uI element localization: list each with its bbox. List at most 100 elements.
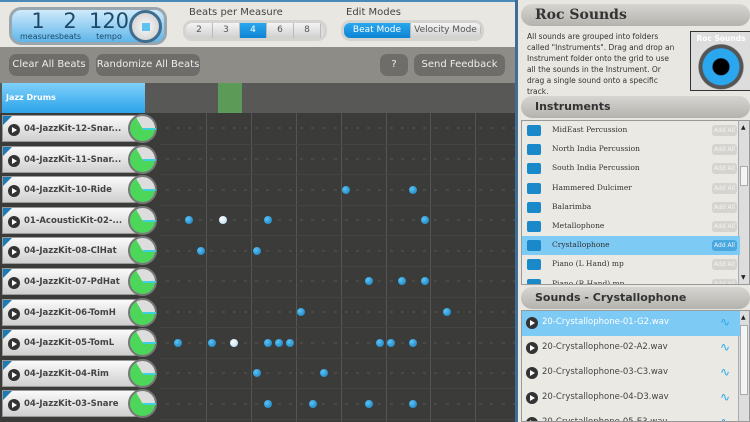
empty-step[interactable] xyxy=(322,341,326,344)
track-row[interactable]: 04-JazzKit-11-Snar... xyxy=(0,144,160,174)
send-feedback-button[interactable]: Send Feedback xyxy=(414,54,505,76)
empty-step[interactable] xyxy=(490,219,494,222)
empty-step[interactable] xyxy=(221,157,225,160)
empty-step[interactable] xyxy=(165,157,169,160)
empty-step[interactable] xyxy=(434,341,438,344)
sound-item[interactable]: 20-Crystallophone-02-A2.wav ∿ xyxy=(522,336,740,361)
empty-step[interactable] xyxy=(501,249,505,252)
empty-step[interactable] xyxy=(423,402,427,405)
empty-step[interactable] xyxy=(423,310,427,313)
add-all-button[interactable]: Add All xyxy=(712,182,737,194)
empty-step[interactable] xyxy=(210,157,214,160)
empty-step[interactable] xyxy=(423,372,427,375)
instrument-item[interactable]: North India Percussion Add All xyxy=(522,140,740,159)
empty-step[interactable] xyxy=(266,188,270,191)
empty-step[interactable] xyxy=(299,127,303,130)
beat-note[interactable] xyxy=(364,399,373,408)
beat-note[interactable] xyxy=(263,216,272,225)
track-row[interactable]: 04-JazzKit-04-Rim xyxy=(0,358,160,388)
empty-step[interactable] xyxy=(266,127,270,130)
play-icon[interactable] xyxy=(8,154,20,167)
empty-step[interactable] xyxy=(322,310,326,313)
empty-step[interactable] xyxy=(210,372,214,375)
empty-step[interactable] xyxy=(344,127,348,130)
empty-step[interactable] xyxy=(299,157,303,160)
empty-step[interactable] xyxy=(423,157,427,160)
empty-step[interactable] xyxy=(165,188,169,191)
empty-step[interactable] xyxy=(266,249,270,252)
play-icon[interactable] xyxy=(526,342,538,354)
empty-step[interactable] xyxy=(367,310,371,313)
empty-step[interactable] xyxy=(434,402,438,405)
empty-step[interactable] xyxy=(467,188,471,191)
empty-step[interactable] xyxy=(423,188,427,191)
empty-step[interactable] xyxy=(232,127,236,130)
empty-step[interactable] xyxy=(467,249,471,252)
track-settings-icon[interactable] xyxy=(3,146,12,156)
beat-note[interactable] xyxy=(409,399,418,408)
empty-step[interactable] xyxy=(199,310,203,313)
empty-step[interactable] xyxy=(445,280,449,283)
empty-step[interactable] xyxy=(367,249,371,252)
empty-step[interactable] xyxy=(367,127,371,130)
empty-step[interactable] xyxy=(221,310,225,313)
empty-step[interactable] xyxy=(232,310,236,313)
track-settings-icon[interactable] xyxy=(3,360,12,370)
empty-step[interactable] xyxy=(434,188,438,191)
empty-step[interactable] xyxy=(411,310,415,313)
empty-step[interactable] xyxy=(165,127,169,130)
play-icon[interactable] xyxy=(8,215,20,228)
beat-mode-tab[interactable]: Beat Mode xyxy=(344,23,411,38)
empty-step[interactable] xyxy=(434,280,438,283)
empty-step[interactable] xyxy=(199,402,203,405)
empty-step[interactable] xyxy=(456,310,460,313)
empty-step[interactable] xyxy=(288,280,292,283)
empty-step[interactable] xyxy=(411,372,415,375)
empty-step[interactable] xyxy=(456,127,460,130)
empty-step[interactable] xyxy=(411,127,415,130)
play-icon[interactable] xyxy=(8,124,20,136)
volume-knob[interactable] xyxy=(128,144,157,174)
empty-step[interactable] xyxy=(243,157,247,160)
track-header[interactable]: 01-AcousticKit-02-... xyxy=(2,206,147,234)
empty-step[interactable] xyxy=(288,372,292,375)
beats-option-8[interactable]: 8 xyxy=(294,23,321,38)
beat-note[interactable] xyxy=(263,399,272,408)
track-header[interactable]: 04-JazzKit-03-Snare xyxy=(2,390,147,418)
empty-step[interactable] xyxy=(176,402,180,405)
beat-note[interactable] xyxy=(297,307,306,316)
play-icon[interactable] xyxy=(526,392,538,404)
empty-step[interactable] xyxy=(232,157,236,160)
empty-step[interactable] xyxy=(165,219,169,222)
empty-step[interactable] xyxy=(445,127,449,130)
empty-step[interactable] xyxy=(490,157,494,160)
empty-step[interactable] xyxy=(490,127,494,130)
empty-step[interactable] xyxy=(445,219,449,222)
beat-note[interactable] xyxy=(443,307,451,316)
empty-step[interactable] xyxy=(400,127,404,130)
empty-step[interactable] xyxy=(288,157,292,160)
empty-step[interactable] xyxy=(243,310,247,313)
empty-step[interactable] xyxy=(501,341,505,344)
empty-step[interactable] xyxy=(378,219,382,222)
volume-knob[interactable] xyxy=(128,267,157,296)
empty-step[interactable] xyxy=(288,219,292,222)
track-row[interactable]: 04-JazzKit-08-ClHat xyxy=(0,236,160,266)
empty-step[interactable] xyxy=(299,372,303,375)
empty-step[interactable] xyxy=(479,127,483,130)
beat-grid[interactable] xyxy=(160,113,515,422)
beat-note[interactable] xyxy=(398,277,407,286)
empty-step[interactable] xyxy=(277,249,281,252)
beat-note[interactable] xyxy=(219,216,227,225)
empty-step[interactable] xyxy=(389,219,393,222)
track-group-name[interactable]: Jazz Drums xyxy=(2,83,145,113)
beats-option-4[interactable]: 4 xyxy=(240,23,267,38)
empty-step[interactable] xyxy=(490,341,494,344)
empty-step[interactable] xyxy=(165,280,169,283)
empty-step[interactable] xyxy=(199,157,203,160)
empty-step[interactable] xyxy=(299,219,303,222)
empty-step[interactable] xyxy=(299,188,303,191)
empty-step[interactable] xyxy=(378,249,382,252)
empty-step[interactable] xyxy=(389,372,393,375)
beat-note[interactable] xyxy=(174,338,183,347)
